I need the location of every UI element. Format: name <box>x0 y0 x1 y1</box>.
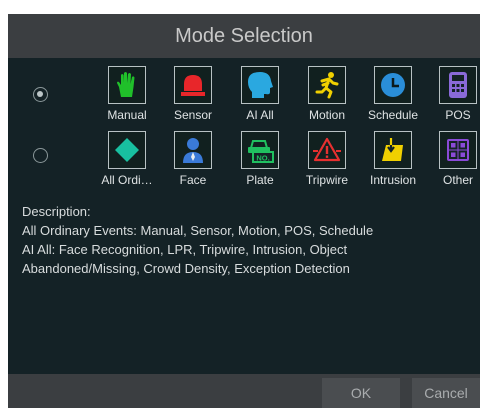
mode-label: Schedule <box>367 108 419 122</box>
description-panel: Description: All Ordinary Events: Manual… <box>22 202 472 278</box>
mode-all-ordinary[interactable]: All Ordi… <box>93 131 161 187</box>
ai-head-icon <box>248 72 273 98</box>
person-face-icon <box>183 138 203 163</box>
description-heading: Description: <box>22 204 91 219</box>
mode-label: Manual <box>107 108 147 122</box>
clock-icon <box>381 73 405 97</box>
mode-sensor-tile[interactable] <box>174 66 212 104</box>
mode-plate[interactable]: NO. Plate <box>226 131 294 187</box>
mode-label: AI All <box>246 108 274 122</box>
dialog-title: Mode Selection <box>175 24 313 47</box>
mode-ai-all[interactable]: AI All <box>226 66 294 122</box>
pos-terminal-icon <box>449 72 467 98</box>
tripwire-warning-icon <box>313 137 341 162</box>
grid-squares-icon <box>447 139 469 161</box>
mode-label: All Ordi… <box>101 173 153 187</box>
dialog-footer: OK Cancel <box>8 374 480 408</box>
mode-motion[interactable]: Motion <box>293 66 361 122</box>
mode-selection-dialog: Mode Selection Manual Sensor AI All Moti… <box>8 14 480 408</box>
mode-all-ordinary-tile[interactable] <box>108 131 146 169</box>
description-line: All Ordinary Events: Manual, Sensor, Mot… <box>22 223 374 238</box>
mode-intrusion[interactable]: Intrusion <box>359 131 427 187</box>
description-line: Abandoned/Missing, Crowd Density, Except… <box>22 261 350 276</box>
mode-label: Plate <box>246 173 274 187</box>
alarm-light-icon <box>181 75 205 96</box>
mode-manual-tile[interactable] <box>108 66 146 104</box>
mode-pos-tile[interactable] <box>439 66 477 104</box>
mode-tripwire[interactable]: Tripwire <box>293 131 361 187</box>
mode-schedule[interactable]: Schedule <box>359 66 427 122</box>
mode-label: Motion <box>308 108 346 122</box>
mode-other-tile[interactable] <box>439 131 477 169</box>
dialog-titlebar: Mode Selection <box>8 14 480 58</box>
intrusion-icon <box>382 138 403 161</box>
radio-row-1[interactable] <box>33 87 48 102</box>
running-person-icon <box>315 72 339 99</box>
mode-tripwire-tile[interactable] <box>308 131 346 169</box>
ok-button[interactable]: OK <box>322 378 400 408</box>
mode-sensor[interactable]: Sensor <box>159 66 227 122</box>
cancel-button[interactable]: Cancel <box>412 378 480 408</box>
mode-face[interactable]: Face <box>159 131 227 187</box>
mode-label: Intrusion <box>369 173 417 187</box>
mode-label: Tripwire <box>305 173 349 187</box>
svg-text:NO.: NO. <box>256 154 269 163</box>
mode-label: Face <box>179 173 207 187</box>
mode-motion-tile[interactable] <box>308 66 346 104</box>
mode-ai-all-tile[interactable] <box>241 66 279 104</box>
mode-intrusion-tile[interactable] <box>374 131 412 169</box>
mode-manual[interactable]: Manual <box>93 66 161 122</box>
mode-label: POS <box>445 108 471 122</box>
mode-pos[interactable]: POS <box>424 66 480 122</box>
mode-schedule-tile[interactable] <box>374 66 412 104</box>
hand-icon <box>117 72 135 97</box>
description-line: AI All: Face Recognition, LPR, Tripwire,… <box>22 242 348 257</box>
mode-face-tile[interactable] <box>174 131 212 169</box>
radio-row-2[interactable] <box>33 148 48 163</box>
mode-label: Sensor <box>173 108 213 122</box>
mode-other[interactable]: Other <box>424 131 480 187</box>
mode-label: Other <box>442 173 473 187</box>
diamond-icon <box>115 138 139 162</box>
car-plate-icon: NO. <box>248 140 274 163</box>
mode-plate-tile[interactable]: NO. <box>241 131 279 169</box>
